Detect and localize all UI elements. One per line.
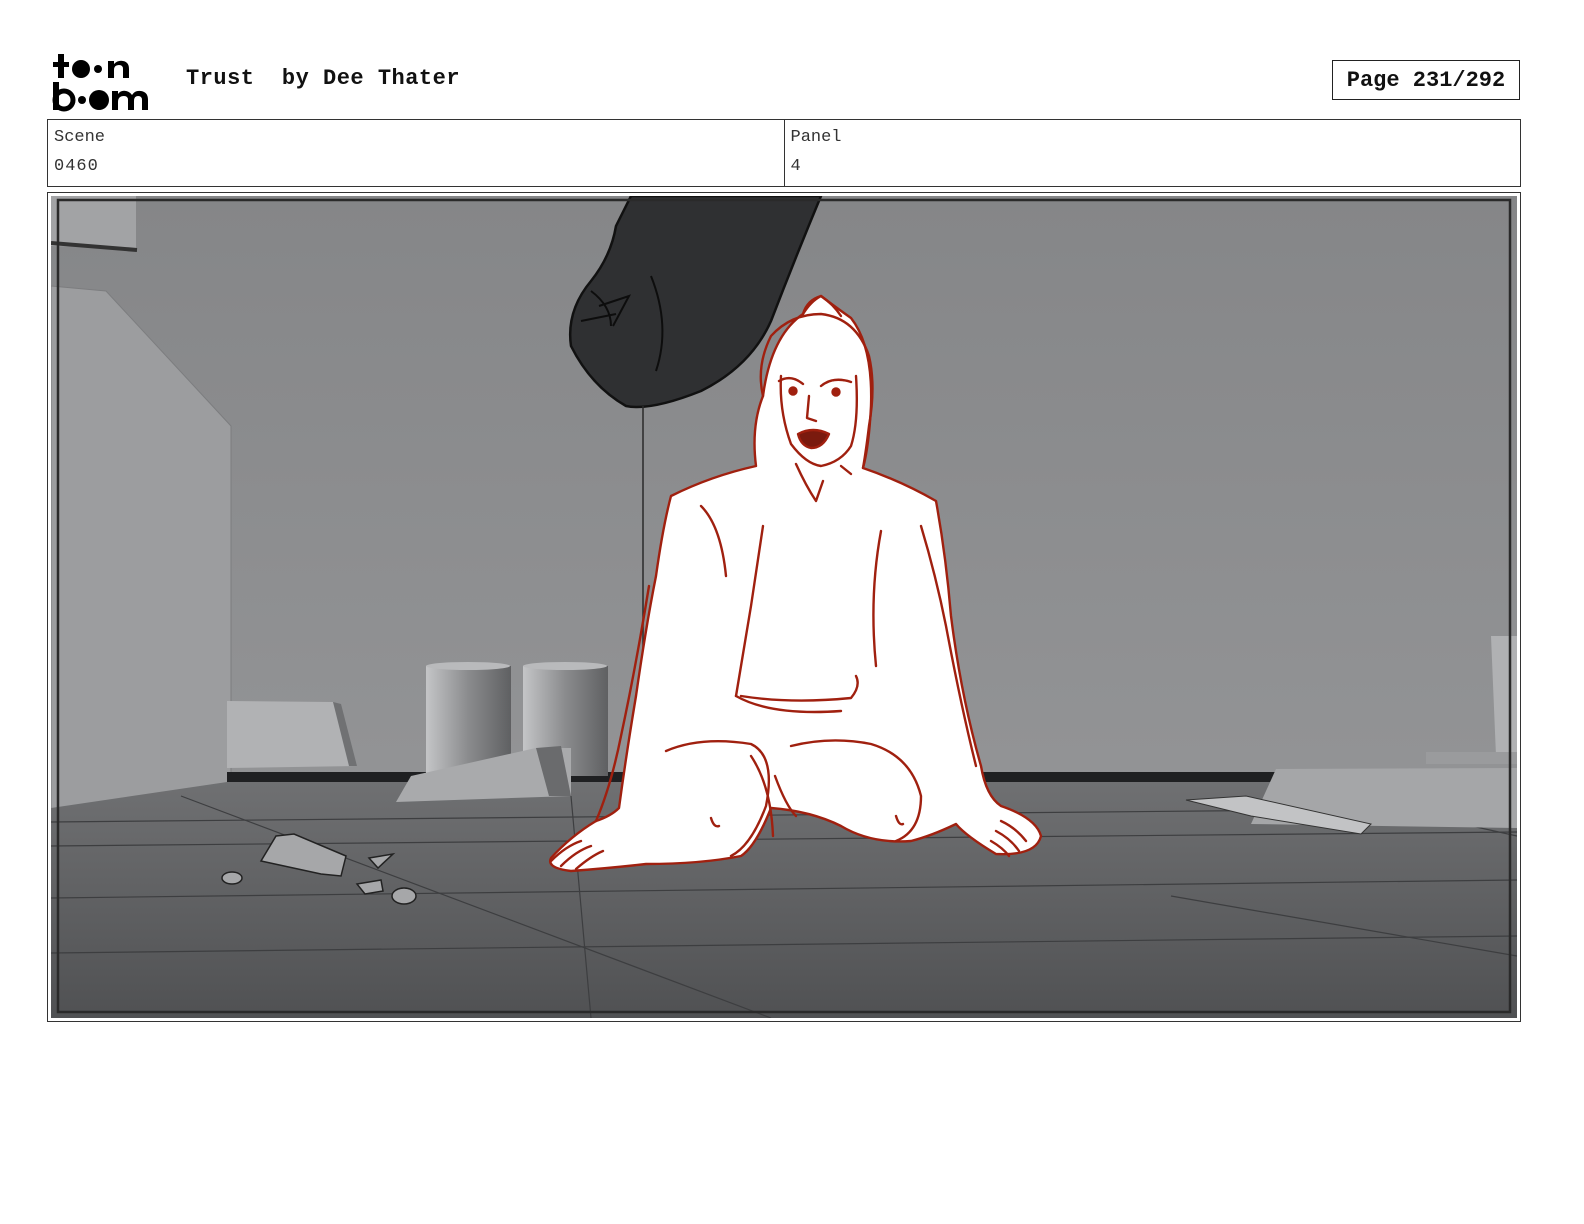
storyboard-title: Trust by Dee Thater <box>186 66 461 91</box>
scene-panel-info: Scene 0460 Panel 4 <box>47 119 1521 187</box>
scene-value: 0460 <box>54 157 99 176</box>
scene-label: Scene <box>54 128 106 147</box>
panel-label: Panel <box>790 128 842 147</box>
left-upper-block <box>51 196 136 248</box>
panel-value: 4 <box>790 157 802 176</box>
panel-drawing <box>51 196 1517 1018</box>
page-number: Page 231/292 <box>1332 60 1520 100</box>
scene-cell: Scene 0460 <box>48 120 784 186</box>
storyboard-panel <box>47 192 1521 1022</box>
panel-cell: Panel 4 <box>783 120 1521 186</box>
toon-boom-logo <box>52 54 148 112</box>
